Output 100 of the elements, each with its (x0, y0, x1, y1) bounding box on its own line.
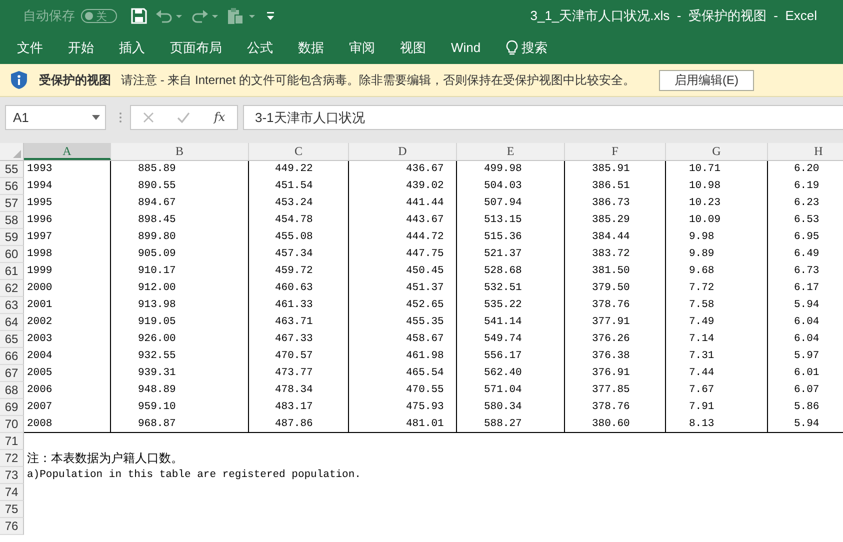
ribbon-tab[interactable]: Wind (451, 38, 481, 58)
table-cell: 2000 (24, 280, 111, 297)
table-cell: 9.68 (666, 263, 768, 280)
table-cell: 504.03 (457, 178, 565, 195)
table-cell: 376.26 (565, 331, 666, 348)
select-all-icon[interactable] (13, 150, 21, 158)
row-header[interactable]: 64 (0, 314, 24, 331)
table-cell: 10.98 (666, 178, 768, 195)
row-header[interactable]: 60 (0, 246, 24, 263)
row-header[interactable]: 65 (0, 331, 24, 348)
table-cell: 451.54 (249, 178, 349, 195)
table-cell: 384.44 (565, 229, 666, 246)
row-header[interactable]: 57 (0, 195, 24, 212)
row-header[interactable]: 75 (0, 501, 24, 518)
row-header[interactable]: 67 (0, 365, 24, 382)
table-cell: 10.71 (666, 161, 768, 178)
row-header[interactable]: 66 (0, 348, 24, 365)
table-cell: 2002 (24, 314, 111, 331)
table-cell: 899.80 (111, 229, 249, 246)
column-header[interactable]: F (565, 143, 666, 160)
table-cell: 6.04 (768, 314, 843, 331)
table-cell: 932.55 (111, 348, 249, 365)
customize-caret-icon[interactable] (265, 10, 275, 22)
column-header[interactable]: C (249, 143, 349, 160)
table-cell: 571.04 (457, 382, 565, 399)
protected-view-title: 受保护的视图 (39, 72, 111, 88)
table-cell: 453.24 (249, 195, 349, 212)
ribbon-tab[interactable]: 开始 (68, 38, 94, 58)
protected-view-message: 请注意 - 来自 Internet 的文件可能包含病毒。除非需要编辑，否则保持在受保护视图中比较安全。 (121, 72, 636, 88)
column-header[interactable]: A (24, 143, 111, 160)
column-header[interactable]: B (111, 143, 249, 160)
row-header[interactable]: 63 (0, 297, 24, 314)
dropdown-caret-icon (92, 114, 100, 120)
table-cell: 905.09 (111, 246, 249, 263)
row-header[interactable]: 74 (0, 484, 24, 501)
table-cell: 378.76 (565, 297, 666, 314)
ribbon-tab[interactable]: 审阅 (349, 38, 375, 58)
row-header[interactable]: 56 (0, 178, 24, 195)
table-cell: 898.45 (111, 212, 249, 229)
ribbon-tab[interactable]: 视图 (400, 38, 426, 58)
row-header[interactable]: 61 (0, 263, 24, 280)
table-cell: 499.98 (457, 161, 565, 178)
table-cell: 452.65 (349, 297, 457, 314)
table-cell: 455.08 (249, 229, 349, 246)
table-cell: 376.91 (565, 365, 666, 382)
table-cell: 556.17 (457, 348, 565, 365)
table-cell: 459.72 (249, 263, 349, 280)
column-header[interactable]: D (349, 143, 457, 160)
table-cell: 473.77 (249, 365, 349, 382)
column-header[interactable]: E (457, 143, 565, 160)
table-cell: 458.67 (349, 331, 457, 348)
row-header[interactable]: 59 (0, 229, 24, 246)
table-cell: 455.35 (349, 314, 457, 331)
ribbon-tab[interactable]: 数据 (298, 38, 324, 58)
search-button[interactable]: 搜索 (506, 38, 548, 58)
table-cell: 521.37 (457, 246, 565, 263)
table-cell: 7.14 (666, 331, 768, 348)
ribbon-tab[interactable]: 公式 (247, 38, 273, 58)
row-header[interactable]: 58 (0, 212, 24, 229)
row-header[interactable]: 68 (0, 382, 24, 399)
clipboard-icon[interactable] (227, 7, 257, 25)
table-cell: 10.23 (666, 195, 768, 212)
row-header[interactable]: 72 (0, 450, 24, 467)
row-header[interactable]: 62 (0, 280, 24, 297)
table-cell: 380.60 (565, 416, 666, 433)
row-header[interactable]: 55 (0, 161, 24, 178)
table-cell: 6.49 (768, 246, 843, 263)
save-icon[interactable] (131, 8, 147, 24)
row-header[interactable]: 70 (0, 416, 24, 433)
table-cell: 5.97 (768, 348, 843, 365)
table-cell: 386.73 (565, 195, 666, 212)
ribbon-tab[interactable]: 页面布局 (170, 38, 222, 58)
undo-icon[interactable] (155, 8, 183, 24)
table-cell: 6.73 (768, 263, 843, 280)
name-box[interactable]: A1 (5, 104, 106, 130)
table-cell: 379.50 (565, 280, 666, 297)
check-icon[interactable] (177, 112, 190, 122)
row-header[interactable]: 69 (0, 399, 24, 416)
table-cell: 6.23 (768, 195, 843, 212)
insert-function-button[interactable]: fx (214, 110, 226, 124)
row-header[interactable]: 71 (0, 433, 24, 450)
column-header[interactable]: H (768, 143, 843, 160)
table-cell: 532.51 (457, 280, 565, 297)
ribbon-tab[interactable]: 文件 (17, 38, 43, 58)
ribbon-tab[interactable]: 插入 (119, 38, 145, 58)
autosave-label: 自动保存 (23, 7, 75, 25)
table-cell: 439.02 (349, 178, 457, 195)
formula-field[interactable]: 3-1天津市人口状况 (243, 104, 843, 130)
table-cell: 1999 (24, 263, 111, 280)
table-cell: 580.34 (457, 399, 565, 416)
table-cell: 885.89 (111, 161, 249, 178)
table-cell: 2001 (24, 297, 111, 314)
row-header[interactable]: 76 (0, 518, 24, 535)
redo-icon[interactable] (191, 8, 219, 24)
enable-editing-button[interactable]: 启用编辑(E) (659, 70, 754, 90)
table-cell: 475.93 (349, 399, 457, 416)
column-header[interactable]: G (666, 143, 768, 160)
table-cell: 6.95 (768, 229, 843, 246)
row-header[interactable]: 73 (0, 467, 24, 484)
cancel-icon[interactable] (142, 112, 154, 122)
